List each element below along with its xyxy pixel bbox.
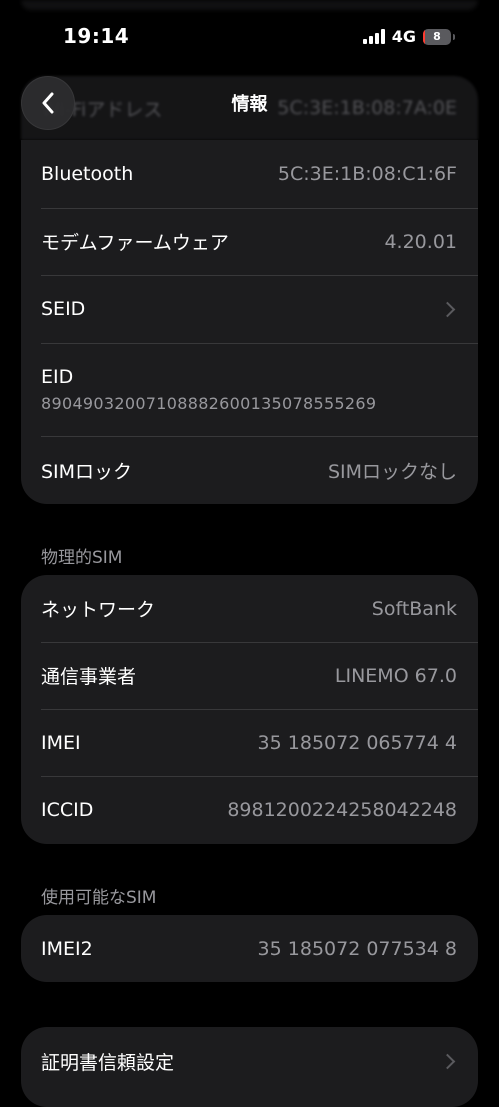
sim-lock-value: SIMロックなし bbox=[327, 460, 457, 483]
battery-fill bbox=[423, 28, 426, 45]
section-header-physical-sim: 物理的SIM bbox=[41, 548, 123, 568]
status-indicators: 4G 8 bbox=[362, 27, 455, 46]
imei-label: IMEI bbox=[41, 731, 81, 754]
eid-row: EID 89049032007108882600135078555269 bbox=[21, 343, 478, 436]
bluetooth-value: 5C:3E:1B:08:C1:6F bbox=[277, 163, 457, 185]
modem-firmware-row: モデムファームウェア 4.20.01 bbox=[21, 208, 478, 275]
imei-row: IMEI 35 185072 065774 4 bbox=[21, 709, 478, 776]
eid-value: 89049032007108882600135078555269 bbox=[41, 394, 377, 413]
carrier-label: 通信事業者 bbox=[41, 666, 137, 688]
physical-sim-card: ネットワーク SoftBank 通信事業者 LINEMO 67.0 IMEI 3… bbox=[21, 575, 478, 844]
bluetooth-label: Bluetooth bbox=[41, 163, 134, 185]
info-card: Bluetooth 5C:3E:1B:08:C1:6F モデムファームウェア 4… bbox=[21, 140, 478, 504]
available-sim-card: IMEI2 35 185072 077534 8 bbox=[21, 915, 478, 982]
carrier-value: LINEMO 67.0 bbox=[334, 664, 457, 687]
imei2-value: 35 185072 077534 8 bbox=[257, 937, 457, 960]
bluetooth-row: Bluetooth 5C:3E:1B:08:C1:6F bbox=[21, 140, 478, 208]
status-bar: 19:14 4G 8 bbox=[0, 0, 499, 60]
signal-bars-icon bbox=[362, 29, 385, 44]
navigation-bar: 情報 bbox=[0, 74, 499, 134]
imei-value: 35 185072 065774 4 bbox=[257, 731, 457, 754]
battery-cap bbox=[453, 33, 455, 40]
iccid-label: ICCID bbox=[41, 799, 94, 821]
section-header-available-sim: 使用可能なSIM bbox=[41, 888, 157, 908]
network-value: SoftBank bbox=[371, 597, 457, 620]
network-type: 4G bbox=[391, 27, 416, 46]
network-row: ネットワーク SoftBank bbox=[21, 575, 478, 642]
battery-level: 8 bbox=[433, 30, 441, 43]
sim-lock-row: SIMロック SIMロックなし bbox=[21, 436, 478, 504]
imei2-label: IMEI2 bbox=[41, 937, 93, 960]
iccid-value: 8981200224258042248 bbox=[227, 799, 457, 821]
modem-firmware-value: 4.20.01 bbox=[384, 230, 457, 253]
chevron-right-icon bbox=[439, 1053, 456, 1069]
modem-firmware-label: モデムファームウェア bbox=[41, 232, 229, 254]
eid-label: EID bbox=[41, 366, 74, 388]
seid-row[interactable]: SEID bbox=[21, 275, 478, 343]
sim-lock-label: SIMロック bbox=[41, 460, 133, 483]
chevron-right-icon bbox=[439, 301, 456, 317]
carrier-row: 通信事業者 LINEMO 67.0 bbox=[21, 642, 478, 709]
certificate-trust-label: 証明書信頼設定 bbox=[41, 1051, 175, 1074]
seid-label: SEID bbox=[41, 298, 86, 320]
certificate-trust-card: 証明書信頼設定 bbox=[21, 1027, 478, 1107]
battery-icon: 8 bbox=[423, 28, 451, 45]
status-time: 19:14 bbox=[63, 24, 130, 48]
imei2-row: IMEI2 35 185072 077534 8 bbox=[21, 915, 478, 982]
page-title: 情報 bbox=[231, 94, 268, 115]
iccid-row: ICCID 8981200224258042248 bbox=[21, 776, 478, 844]
network-label: ネットワーク bbox=[41, 599, 156, 621]
certificate-trust-row[interactable]: 証明書信頼設定 bbox=[21, 1027, 478, 1095]
